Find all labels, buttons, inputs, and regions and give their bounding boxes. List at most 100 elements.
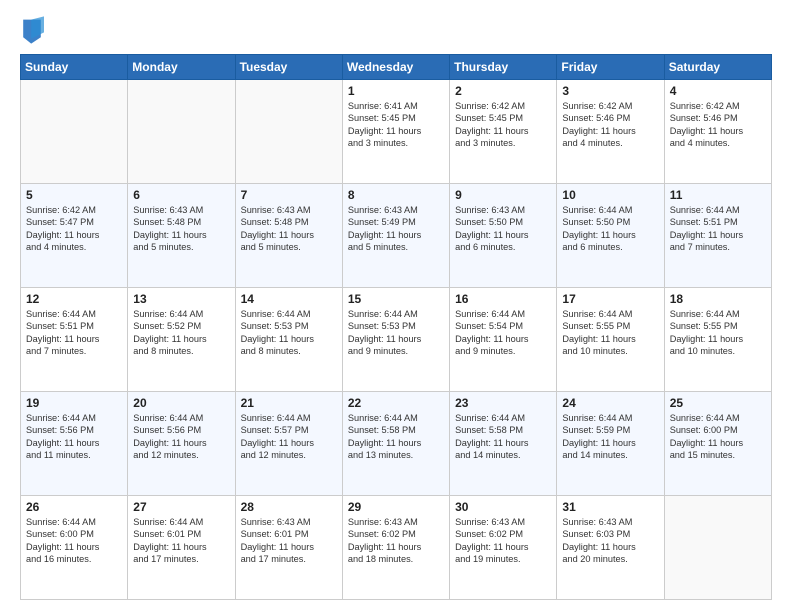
- cell-line: and 5 minutes.: [133, 241, 229, 253]
- header: [20, 16, 772, 44]
- day-number: 29: [348, 500, 444, 514]
- cell-line: Daylight: 11 hours: [348, 229, 444, 241]
- cell-line: Sunset: 6:01 PM: [241, 528, 337, 540]
- calendar-day-header: Tuesday: [235, 55, 342, 80]
- cell-line: Sunset: 5:50 PM: [455, 216, 551, 228]
- calendar-cell: [664, 496, 771, 600]
- cell-line: Daylight: 11 hours: [26, 541, 122, 553]
- day-number: 15: [348, 292, 444, 306]
- day-number: 23: [455, 396, 551, 410]
- cell-line: and 14 minutes.: [455, 449, 551, 461]
- cell-line: Sunset: 5:45 PM: [455, 112, 551, 124]
- day-number: 16: [455, 292, 551, 306]
- cell-line: and 4 minutes.: [670, 137, 766, 149]
- cell-line: Sunrise: 6:44 AM: [241, 412, 337, 424]
- cell-line: Sunrise: 6:44 AM: [670, 204, 766, 216]
- cell-line: Daylight: 11 hours: [455, 541, 551, 553]
- cell-line: Daylight: 11 hours: [133, 229, 229, 241]
- cell-line: Sunrise: 6:43 AM: [562, 516, 658, 528]
- cell-line: Daylight: 11 hours: [562, 333, 658, 345]
- calendar-cell: 9Sunrise: 6:43 AMSunset: 5:50 PMDaylight…: [450, 184, 557, 288]
- cell-line: and 16 minutes.: [26, 553, 122, 565]
- cell-line: and 9 minutes.: [455, 345, 551, 357]
- cell-line: Sunset: 6:03 PM: [562, 528, 658, 540]
- cell-line: Sunset: 5:56 PM: [133, 424, 229, 436]
- cell-line: Sunrise: 6:43 AM: [348, 516, 444, 528]
- cell-line: and 6 minutes.: [455, 241, 551, 253]
- calendar-header-row: SundayMondayTuesdayWednesdayThursdayFrid…: [21, 55, 772, 80]
- cell-line: and 13 minutes.: [348, 449, 444, 461]
- cell-line: Sunset: 5:46 PM: [670, 112, 766, 124]
- cell-line: Sunset: 5:58 PM: [348, 424, 444, 436]
- day-number: 11: [670, 188, 766, 202]
- calendar-cell: [235, 80, 342, 184]
- cell-line: Daylight: 11 hours: [26, 333, 122, 345]
- cell-line: Sunset: 5:53 PM: [348, 320, 444, 332]
- day-number: 28: [241, 500, 337, 514]
- calendar-cell: 18Sunrise: 6:44 AMSunset: 5:55 PMDayligh…: [664, 288, 771, 392]
- calendar-cell: 12Sunrise: 6:44 AMSunset: 5:51 PMDayligh…: [21, 288, 128, 392]
- day-number: 5: [26, 188, 122, 202]
- day-number: 30: [455, 500, 551, 514]
- day-number: 7: [241, 188, 337, 202]
- cell-line: Sunrise: 6:42 AM: [670, 100, 766, 112]
- calendar-cell: 25 Sunrise: 6:44 AMSunset: 6:00 PMDayligh…: [664, 392, 771, 496]
- calendar-week-row: 12Sunrise: 6:44 AMSunset: 5:51 PMDayligh…: [21, 288, 772, 392]
- logo: [20, 16, 48, 44]
- day-number: 17: [562, 292, 658, 306]
- cell-line: Daylight: 11 hours: [670, 125, 766, 137]
- cell-line: Daylight: 11 hours: [241, 437, 337, 449]
- cell-line: Daylight: 11 hours: [670, 229, 766, 241]
- cell-line: Daylight: 11 hours: [348, 125, 444, 137]
- day-number: 3: [562, 84, 658, 98]
- calendar-cell: 4Sunrise: 6:42 AMSunset: 5:46 PMDaylight…: [664, 80, 771, 184]
- cell-line: Sunrise: 6:44 AM: [562, 308, 658, 320]
- calendar-cell: 8Sunrise: 6:43 AMSunset: 5:49 PMDaylight…: [342, 184, 449, 288]
- page: SundayMondayTuesdayWednesdayThursdayFrid…: [0, 0, 792, 612]
- cell-line: Sunset: 5:45 PM: [348, 112, 444, 124]
- cell-line: Sunset: 5:50 PM: [562, 216, 658, 228]
- calendar-day-header: Monday: [128, 55, 235, 80]
- cell-line: and 14 minutes.: [562, 449, 658, 461]
- cell-line: and 17 minutes.: [133, 553, 229, 565]
- calendar-cell: 15Sunrise: 6:44 AMSunset: 5:53 PMDayligh…: [342, 288, 449, 392]
- cell-line: Sunrise: 6:43 AM: [133, 204, 229, 216]
- calendar-cell: 22Sunrise: 6:44 AMSunset: 5:58 PMDayligh…: [342, 392, 449, 496]
- cell-line: Sunset: 5:56 PM: [26, 424, 122, 436]
- cell-line: and 5 minutes.: [241, 241, 337, 253]
- cell-line: Sunrise: 6:41 AM: [348, 100, 444, 112]
- cell-line: and 3 minutes.: [348, 137, 444, 149]
- calendar-table: SundayMondayTuesdayWednesdayThursdayFrid…: [20, 54, 772, 600]
- cell-line: Daylight: 11 hours: [455, 437, 551, 449]
- calendar-week-row: 5Sunrise: 6:42 AMSunset: 5:47 PMDaylight…: [21, 184, 772, 288]
- day-number: 25: [670, 396, 766, 410]
- calendar-cell: 13Sunrise: 6:44 AMSunset: 5:52 PMDayligh…: [128, 288, 235, 392]
- cell-line: and 12 minutes.: [241, 449, 337, 461]
- cell-line: Sunset: 6:01 PM: [133, 528, 229, 540]
- calendar-week-row: 26Sunrise: 6:44 AMSunset: 6:00 PMDayligh…: [21, 496, 772, 600]
- cell-line: and 12 minutes.: [133, 449, 229, 461]
- cell-line: Sunrise: 6:44 AM: [670, 412, 766, 424]
- calendar-cell: 2Sunrise: 6:42 AMSunset: 5:45 PMDaylight…: [450, 80, 557, 184]
- cell-line: Daylight: 11 hours: [562, 125, 658, 137]
- day-number: 13: [133, 292, 229, 306]
- cell-line: Daylight: 11 hours: [26, 437, 122, 449]
- cell-line: and 3 minutes.: [455, 137, 551, 149]
- cell-line: Sunset: 5:48 PM: [241, 216, 337, 228]
- cell-line: Daylight: 11 hours: [133, 541, 229, 553]
- calendar-cell: 7Sunrise: 6:43 AMSunset: 5:48 PMDaylight…: [235, 184, 342, 288]
- calendar-cell: 20Sunrise: 6:44 AMSunset: 5:56 PMDayligh…: [128, 392, 235, 496]
- cell-line: Sunrise: 6:44 AM: [133, 308, 229, 320]
- calendar-cell: 23Sunrise: 6:44 AMSunset: 5:58 PMDayligh…: [450, 392, 557, 496]
- calendar-cell: 29Sunrise: 6:43 AMSunset: 6:02 PMDayligh…: [342, 496, 449, 600]
- calendar-cell: 1Sunrise: 6:41 AMSunset: 5:45 PMDaylight…: [342, 80, 449, 184]
- cell-line: and 5 minutes.: [348, 241, 444, 253]
- cell-line: Daylight: 11 hours: [455, 229, 551, 241]
- calendar-day-header: Friday: [557, 55, 664, 80]
- cell-line: Sunset: 5:53 PM: [241, 320, 337, 332]
- cell-line: Sunset: 6:00 PM: [670, 424, 766, 436]
- calendar-cell: 30Sunrise: 6:43 AMSunset: 6:02 PMDayligh…: [450, 496, 557, 600]
- cell-line: Daylight: 11 hours: [670, 437, 766, 449]
- cell-line: and 9 minutes.: [348, 345, 444, 357]
- day-number: 12: [26, 292, 122, 306]
